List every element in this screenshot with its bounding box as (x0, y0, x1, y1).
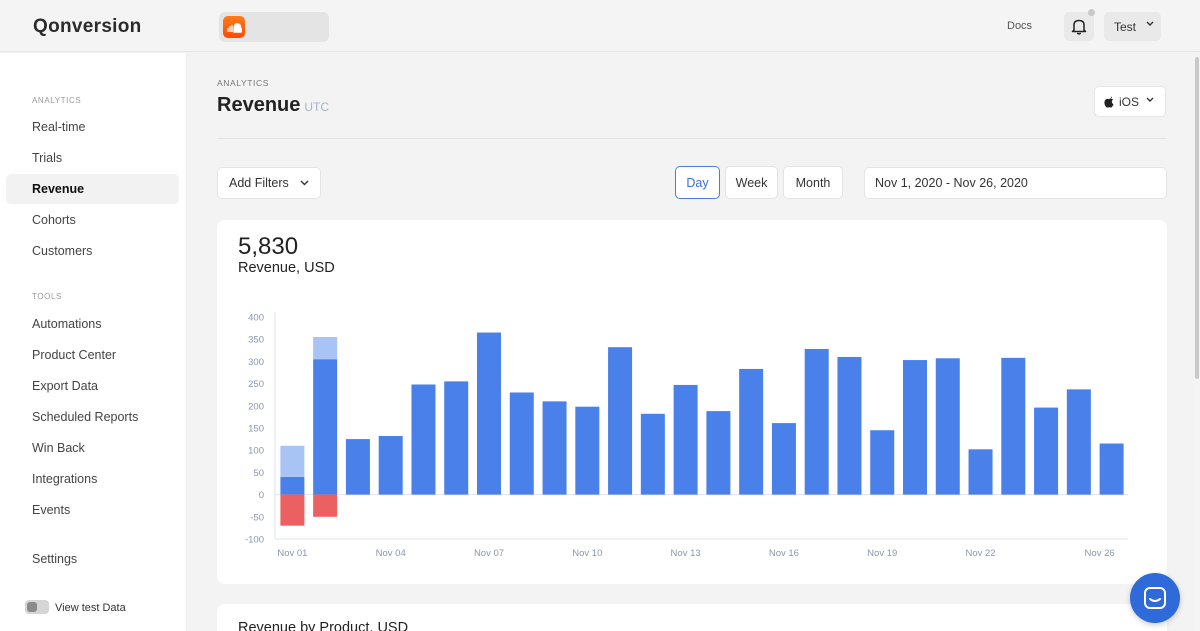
sidebar-item-cohorts[interactable]: Cohorts (6, 205, 179, 235)
revenue-chart-card (217, 220, 1167, 584)
page-subtitle: UTC (304, 100, 330, 114)
chevron-down-icon (300, 180, 309, 186)
top-bar: Qonversion Docs Test (0, 0, 1200, 52)
sidebar-item-integrations[interactable]: Integrations (6, 464, 179, 494)
apple-icon (1104, 96, 1114, 108)
page-title: Revenue (217, 94, 301, 116)
page-scrollbar[interactable] (1194, 53, 1200, 631)
granularity-day-button[interactable]: Day (675, 166, 720, 199)
revenue-by-product-title: Revenue by Product, USD (238, 620, 409, 631)
notification-dot (1088, 9, 1095, 16)
sidebar-item-customers[interactable]: Customers (6, 236, 179, 266)
app-selector[interactable] (219, 12, 329, 42)
test-data-toggle[interactable] (25, 600, 49, 614)
header-divider (217, 138, 1167, 139)
add-filters-label: Add Filters (229, 176, 289, 190)
bell-icon (1071, 19, 1087, 35)
sidebar-item-scheduled-reports[interactable]: Scheduled Reports (6, 402, 179, 432)
sidebar: ANALYTICS Real-time Trials Revenue Cohor… (0, 53, 187, 631)
granularity-week-button[interactable]: Week (725, 166, 778, 199)
logo[interactable]: Qonversion (33, 16, 142, 38)
sidebar-item-win-back[interactable]: Win Back (6, 433, 179, 463)
sidebar-item-trials[interactable]: Trials (6, 143, 179, 173)
breadcrumb: ANALYTICS (217, 78, 270, 88)
revenue-total: 5,830 (238, 233, 299, 260)
sidebar-item-export-data[interactable]: Export Data (6, 371, 179, 401)
docs-link[interactable]: Docs (1007, 20, 1032, 32)
notifications-button[interactable] (1064, 9, 1095, 41)
user-label: Test (1114, 20, 1137, 34)
sidebar-item-real-time[interactable]: Real-time (6, 112, 179, 142)
platform-selector[interactable]: iOS (1094, 86, 1166, 117)
scrollbar-thumb[interactable] (1195, 57, 1199, 379)
sidebar-item-events[interactable]: Events (6, 495, 179, 525)
analytics-section-title: ANALYTICS (32, 96, 82, 105)
page-title-row: Revenue UTC (217, 94, 329, 117)
add-filters-button[interactable]: Add Filters (217, 167, 321, 199)
date-range-picker[interactable]: Nov 1, 2020 - Nov 26, 2020 (864, 167, 1167, 199)
granularity-month-button[interactable]: Month (783, 166, 843, 199)
chevron-down-icon (1146, 97, 1154, 102)
test-data-label: View test Data (55, 602, 126, 614)
platform-label: iOS (1119, 95, 1140, 109)
tools-section-title: TOOLS (32, 292, 62, 301)
sidebar-item-automations[interactable]: Automations (6, 309, 179, 339)
sidebar-item-revenue[interactable]: Revenue (6, 174, 179, 204)
chevron-down-icon (1146, 21, 1154, 26)
sidebar-item-product-center[interactable]: Product Center (6, 340, 179, 370)
cloud-app-icon (223, 16, 245, 38)
chat-icon (1144, 587, 1166, 609)
user-menu-button[interactable]: Test (1104, 12, 1161, 41)
toggle-knob (27, 602, 37, 612)
sidebar-item-settings[interactable]: Settings (6, 544, 179, 574)
revenue-total-label: Revenue, USD (238, 260, 335, 276)
chat-launcher-button[interactable] (1130, 573, 1180, 623)
